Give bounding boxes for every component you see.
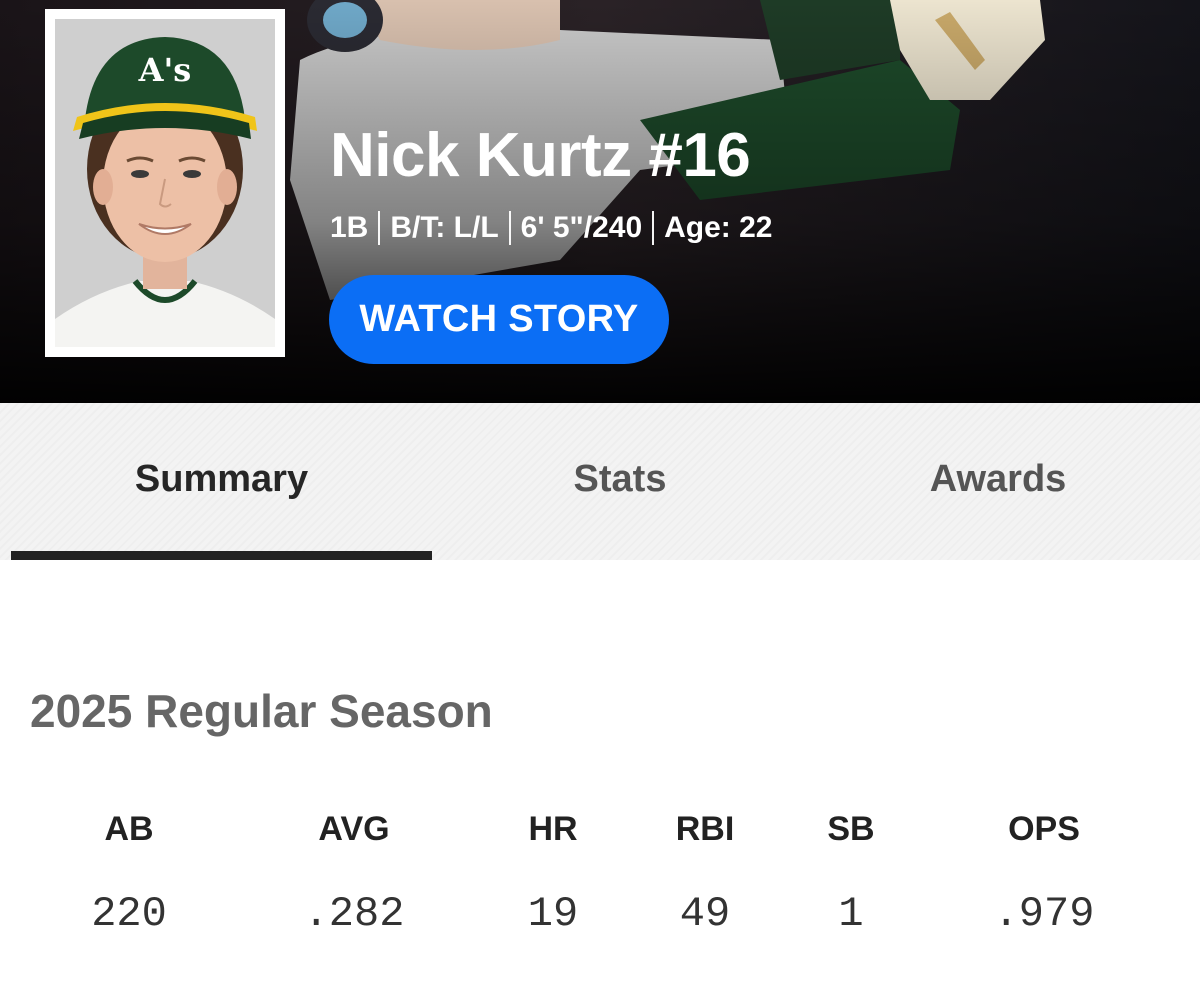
player-headshot-frame: A's	[45, 9, 285, 357]
stat-value-hr: 19	[527, 890, 579, 938]
bio-divider	[508, 211, 511, 245]
stat-value-rbi: 49	[679, 890, 731, 938]
stat-value-ab: 220	[91, 890, 167, 938]
season-title: 2025 Regular Season	[30, 685, 493, 737]
tab-awards-label: Awards	[929, 458, 1067, 500]
player-name: Nick Kurtz #16	[330, 121, 751, 190]
tab-summary-label: Summary	[134, 458, 309, 500]
active-tab-indicator	[11, 551, 432, 560]
bio-divider	[378, 211, 381, 245]
bio-divider	[652, 211, 655, 245]
stat-value-ops: .979	[993, 890, 1095, 938]
player-bats-throws: B/T: L/L	[390, 211, 499, 244]
player-hero: A's Nick Kurtz #16 1B B/T: L/L 6' 5"/240…	[0, 0, 1200, 403]
tab-awards[interactable]: Awards	[808, 403, 1188, 560]
stat-value-sb: 1	[838, 890, 864, 938]
player-bio: 1B B/T: L/L 6' 5"/240 Age: 22	[330, 210, 773, 246]
stat-label-ab: AB	[104, 810, 154, 848]
tab-stats[interactable]: Stats	[432, 403, 808, 560]
player-tabs: Summary Stats Awards	[0, 403, 1200, 560]
player-headshot: A's	[55, 19, 275, 347]
player-age: Age: 22	[664, 211, 773, 244]
stat-label-sb: SB	[827, 810, 875, 848]
svg-text:A's: A's	[138, 51, 192, 89]
stat-label-rbi: RBI	[675, 810, 735, 848]
tab-stats-label: Stats	[573, 458, 667, 500]
tab-summary[interactable]: Summary	[11, 403, 432, 560]
player-position: 1B	[330, 211, 369, 244]
player-height-weight: 6' 5"/240	[520, 211, 643, 244]
stat-value-avg: .282	[303, 890, 405, 938]
stat-label-ops: OPS	[1008, 810, 1080, 848]
stat-label-avg: AVG	[318, 810, 390, 848]
stat-label-hr: HR	[528, 810, 578, 848]
watch-story-button[interactable]: WATCH STORY	[329, 275, 669, 364]
